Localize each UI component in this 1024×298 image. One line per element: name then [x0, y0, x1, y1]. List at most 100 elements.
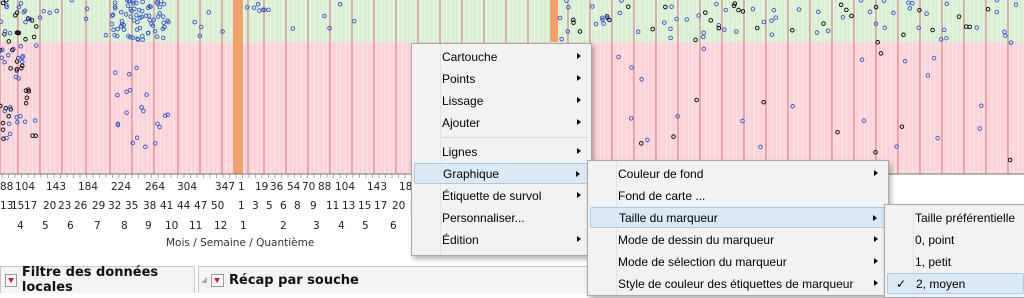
menu-item-graphique[interactable]: Graphique [414, 163, 589, 184]
axis-tick-label: 2 [280, 220, 287, 232]
axis-tick-label: 5 [42, 220, 49, 232]
submenu-arrow-icon [577, 148, 581, 154]
menu-item-2-moyen[interactable]: ✓ 2, moyen [887, 273, 1024, 294]
axis-tick-label: 15 [358, 200, 372, 212]
submenu-arrow-icon [874, 258, 878, 264]
menu-item-0-point[interactable]: 0, point [887, 229, 1024, 250]
year-separator-bar [233, 0, 243, 174]
axis-tick-label: 9 [145, 220, 152, 232]
axis-tick-label: 4 [338, 220, 345, 232]
menu-item-points[interactable]: Points [414, 68, 589, 89]
axis-tick-label: 3 [313, 220, 320, 232]
axis-tick-label: 11 [189, 220, 203, 232]
axis-tick-label: 26 [74, 200, 88, 212]
checkmark-icon: ✓ [896, 277, 907, 291]
local-data-filter-panel[interactable]: Filtre des données locales [0, 265, 195, 295]
menu-item-couleur-fond[interactable]: Couleur de fond [590, 163, 886, 184]
menu-item-fond-carte[interactable]: Fond de carte ... [590, 185, 886, 206]
axis-tick-label: 143 [367, 181, 388, 193]
axis-tick-label: 8 [294, 200, 301, 212]
taille-marqueur-submenu: Taille préférentielle 0, point 1, petit … [884, 204, 1024, 298]
axis-tick-label: 104 [335, 181, 356, 193]
menu-separator [442, 137, 588, 138]
axis-tick-label: 13 [342, 200, 356, 212]
axis-tick-label: 6 [390, 220, 397, 232]
axis-tick-label: 3 [252, 200, 259, 212]
submenu-arrow-icon [577, 236, 581, 242]
axis-tick-label: 10 [165, 220, 179, 232]
axis-ticks [1, 174, 406, 178]
axis-tick-label: 29 [92, 200, 106, 212]
axis-tick-label: 6 [67, 220, 74, 232]
axis-tick-label: 23 [58, 200, 72, 212]
axis-tick-label: 184 [78, 181, 99, 193]
collapse-corner-icon [201, 277, 207, 283]
axis-tick-label: 1 [238, 200, 245, 212]
axis-tick-label: 38 [143, 200, 157, 212]
axis-tick-label: 88 [318, 181, 332, 193]
submenu-arrow-icon [577, 75, 581, 81]
axis-tick-label: 32 [108, 200, 122, 212]
local-data-filter-title: Filtre des données locales [21, 265, 159, 295]
axis-tick-label: 88 [0, 181, 14, 193]
menu-item-cartouche[interactable]: Cartouche [414, 46, 589, 67]
axis-tick-label: 5 [362, 220, 369, 232]
axis-tick-label: 35 [125, 200, 139, 212]
axis-tick-label: 47 [194, 200, 208, 212]
submenu-arrow-icon [577, 97, 581, 103]
axis-tick-label: 11 [326, 200, 340, 212]
strain-summary-panel[interactable]: Récap par souche [198, 266, 588, 293]
menu-item-ajouter[interactable]: Ajouter [414, 112, 589, 133]
year-separator-bar-2 [550, 0, 558, 42]
axis-tick-label: 7 [94, 220, 101, 232]
disclosure-menu-icon[interactable] [211, 273, 224, 287]
axis-tick-label: 41 [160, 200, 174, 212]
axis-tick-label: 50 [211, 200, 225, 212]
menu-item-style-couleur-etiquettes[interactable]: Style de couleur des étiquettes de marqu… [590, 273, 886, 294]
submenu-arrow-icon [577, 119, 581, 125]
menu-item-edition[interactable]: Édition [414, 229, 589, 250]
axis-tick-label: 54 [287, 181, 301, 193]
axis-tick-label: 264 [145, 181, 166, 193]
x-axis-title: Mois / Semaine / Quantième [166, 237, 315, 249]
menu-item-mode-selection[interactable]: Mode de sélection du marqueur [590, 251, 886, 272]
menu-item-etiquette-survol[interactable]: Étiquette de survol [414, 185, 589, 206]
axis-tick-label: 70 [302, 181, 316, 193]
disclosure-menu-icon[interactable] [5, 273, 17, 287]
submenu-arrow-icon [874, 236, 878, 242]
axis-tick-label: 8 [121, 220, 128, 232]
axis-tick-label: 20 [43, 200, 57, 212]
axis-tick-label: 104 [15, 181, 36, 193]
axis-tick-label: 17 [374, 200, 388, 212]
axis-tick-label: 304 [177, 181, 198, 193]
submenu-arrow-icon [874, 170, 878, 176]
axis-tick-label: 17 [24, 200, 38, 212]
axis-tick-label: 224 [111, 181, 132, 193]
menu-item-1-petit[interactable]: 1, petit [887, 251, 1024, 272]
axis-tick-label: 36 [270, 181, 284, 193]
menu-item-personnaliser[interactable]: Personnaliser... [414, 207, 589, 228]
axis-tick-label: 20 [392, 200, 406, 212]
axis-tick-label: 44 [177, 200, 191, 212]
submenu-arrow-icon [873, 215, 877, 221]
menu-item-lignes[interactable]: Lignes [414, 141, 589, 162]
context-menu: Cartouche Points Lissage Ajouter Lignes … [411, 43, 592, 256]
menu-item-mode-dessin[interactable]: Mode de dessin du marqueur [590, 229, 886, 250]
axis-tick-label: 19 [255, 181, 269, 193]
submenu-arrow-icon [874, 280, 878, 286]
menu-item-lissage[interactable]: Lissage [414, 90, 589, 111]
graphique-submenu: Couleur de fond Fond de carte ... Taille… [587, 160, 889, 296]
axis-tick-label: 15 [11, 200, 25, 212]
axis-tick-label: 9 [310, 200, 317, 212]
axis-tick-label: 5 [266, 200, 273, 212]
axis-tick-label: 12 [214, 220, 228, 232]
submenu-arrow-icon [576, 171, 580, 177]
axis-tick-label: 143 [46, 181, 67, 193]
axis-tick-label: 1 [238, 181, 245, 193]
axis-tick-label: 4 [17, 220, 24, 232]
strain-summary-title: Récap par souche [229, 272, 359, 288]
menu-item-taille-preferentielle[interactable]: Taille préférentielle [887, 207, 1024, 228]
axis-tick-label: 6 [280, 200, 287, 212]
submenu-arrow-icon [577, 192, 581, 198]
menu-item-taille-marqueur[interactable]: Taille du marqueur [590, 207, 886, 228]
